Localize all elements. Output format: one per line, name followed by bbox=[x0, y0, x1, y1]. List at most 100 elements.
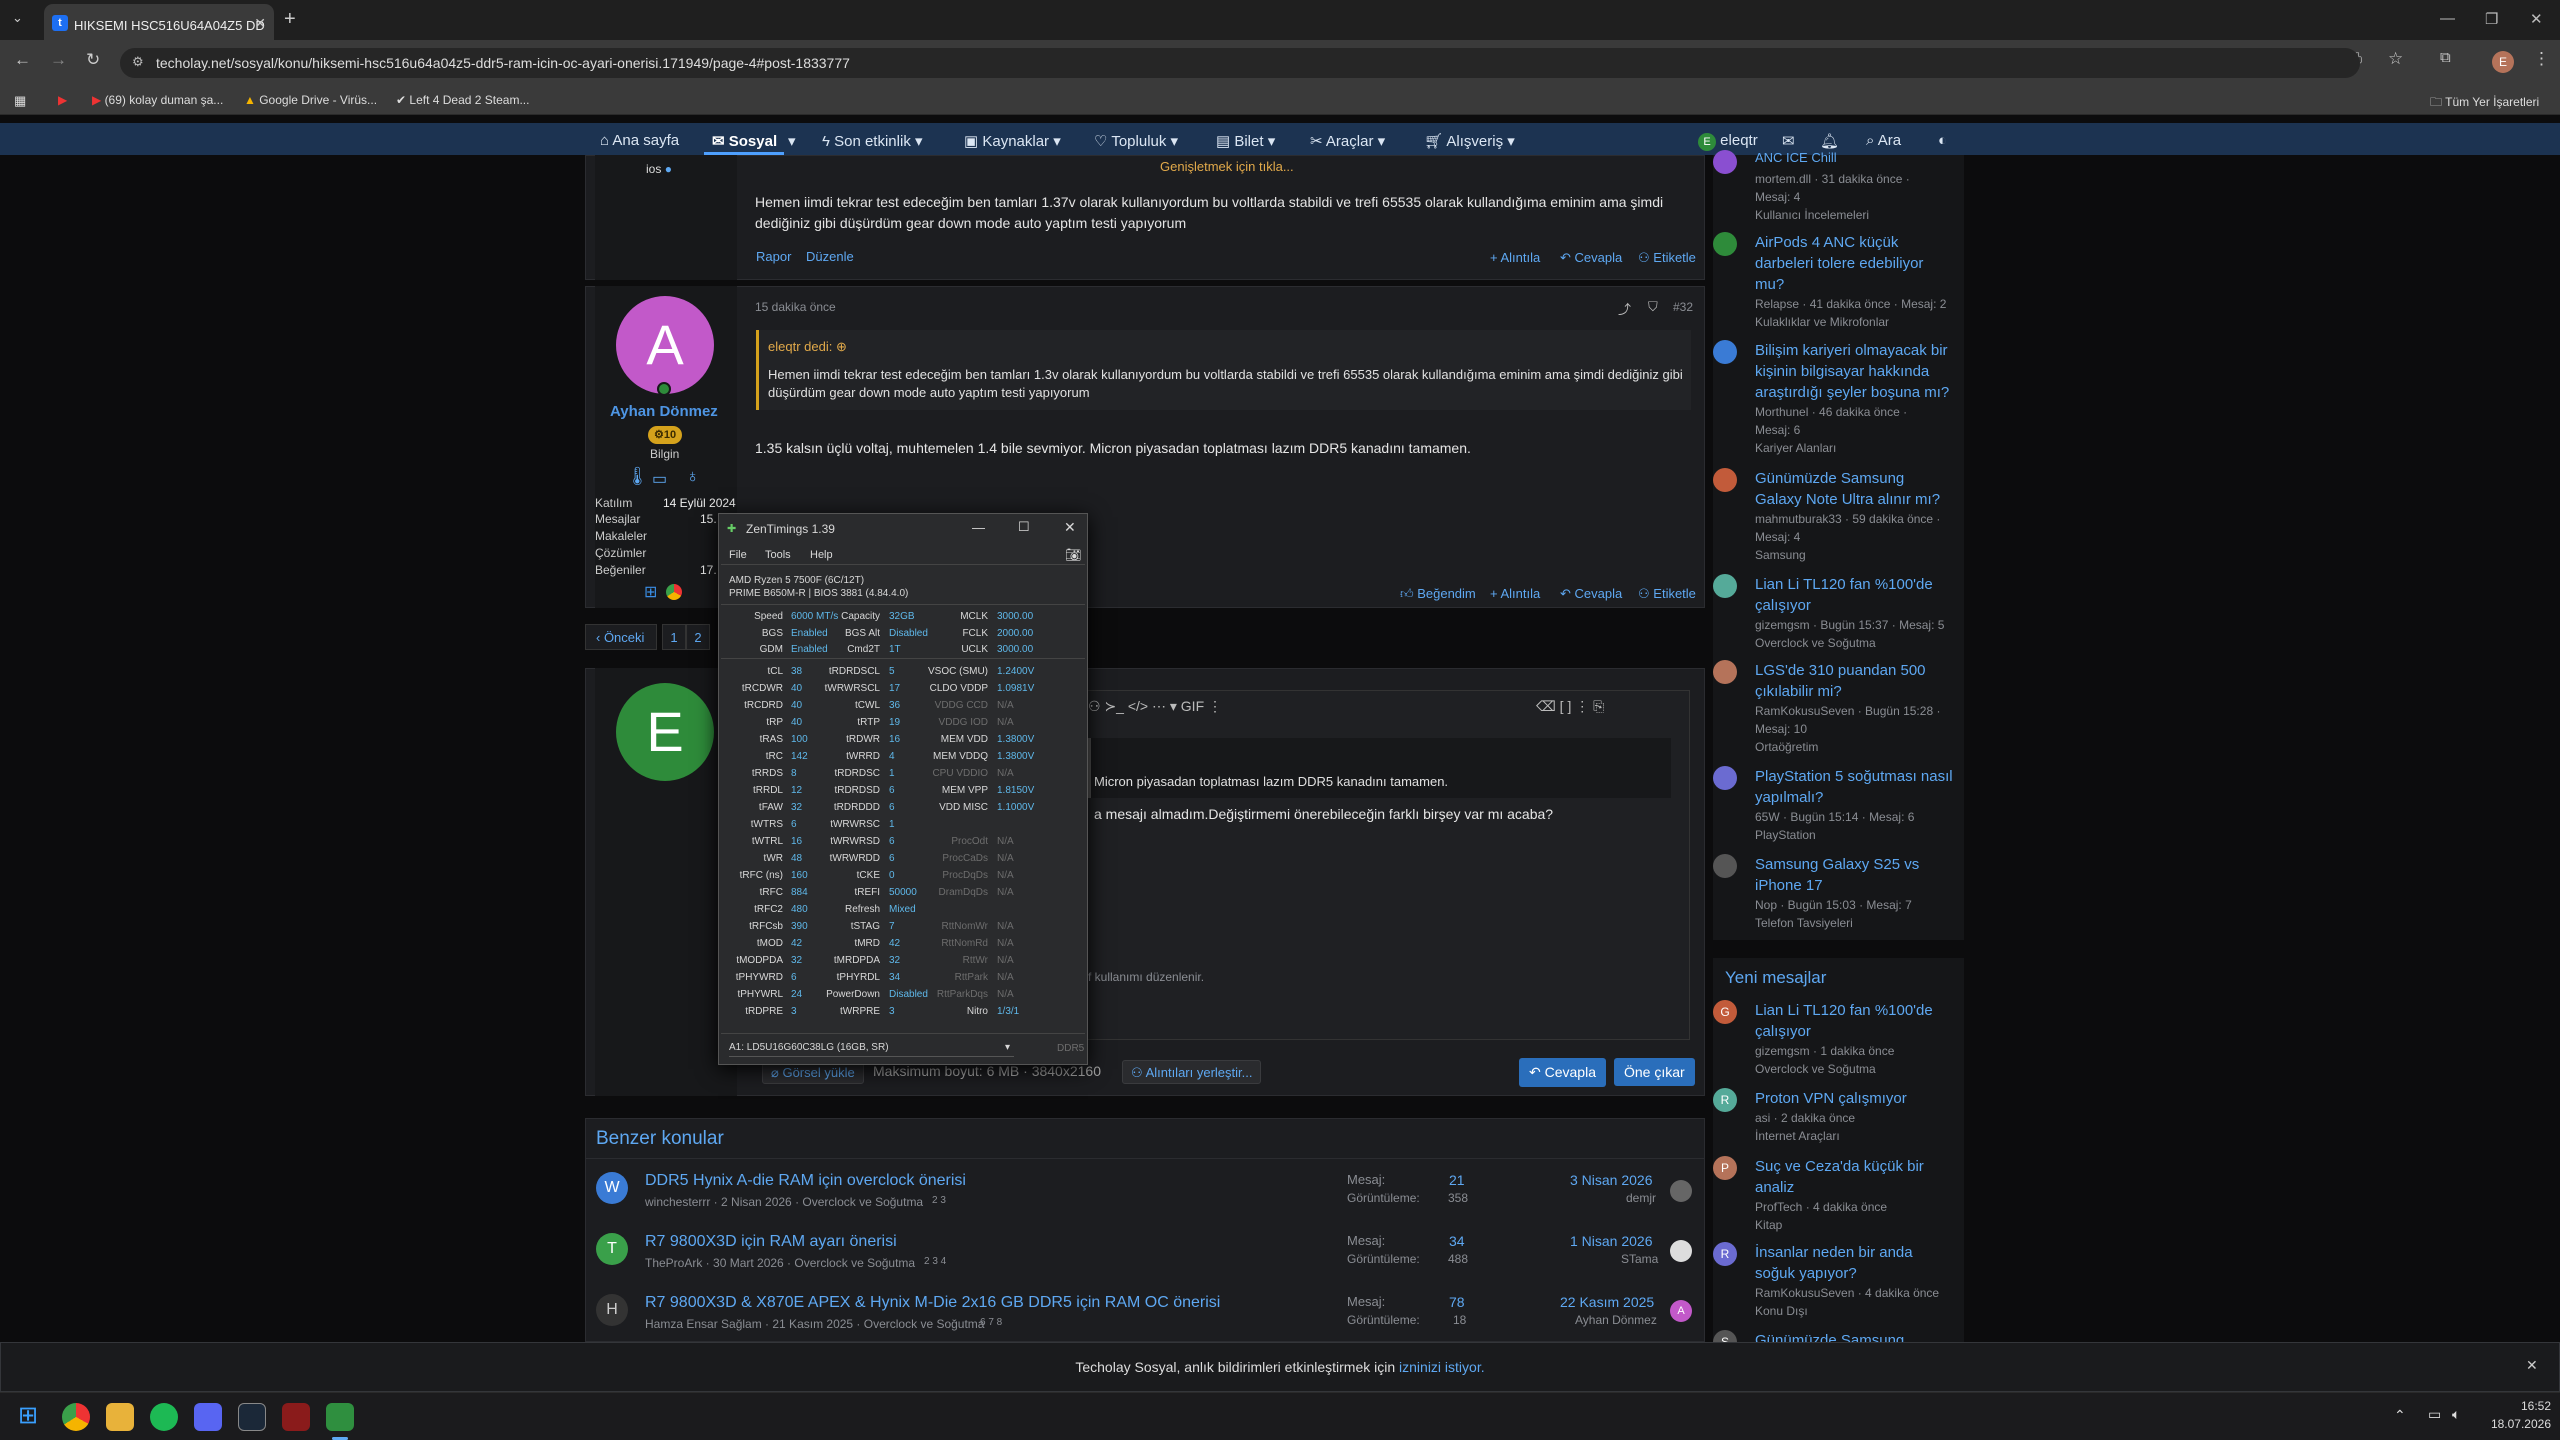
all-bookmarks[interactable]: 🗀 Tüm Yer İşaretleri bbox=[2430, 93, 2539, 114]
page-1-button[interactable]: 1 bbox=[662, 624, 686, 650]
editor-right-icons[interactable]: ⌫ [ ] ⋮ ⎘ bbox=[1536, 698, 1604, 715]
minimize-icon[interactable]: — bbox=[972, 520, 985, 535]
sidebar-message-forum[interactable]: İnternet Araçları bbox=[1755, 1127, 1955, 1145]
apps-icon[interactable]: ▦ bbox=[14, 93, 26, 109]
back-icon[interactable]: ← bbox=[14, 50, 31, 70]
quote-button[interactable]: + Alıntıla bbox=[1490, 586, 1540, 601]
thread-author-avatar[interactable] bbox=[1713, 854, 1737, 878]
menu-tools[interactable]: Tools bbox=[765, 549, 791, 561]
banner-link[interactable]: izninizi istiyor. bbox=[1399, 1359, 1485, 1375]
share-icon[interactable]: ⤴ bbox=[1618, 299, 1631, 318]
theme-toggle-icon[interactable]: ◐ bbox=[1938, 132, 1947, 149]
message-author-avatar[interactable]: R bbox=[1713, 1088, 1737, 1112]
quote-author[interactable]: eleqtr dedi: ⊕ bbox=[768, 339, 847, 355]
sidebar-thread[interactable]: Samsung Galaxy S25 vs iPhone 17 Nop · Bug… bbox=[1755, 854, 1955, 932]
thread-avatar[interactable]: W bbox=[596, 1172, 628, 1204]
sidebar-thread-title[interactable]: AirPods 4 ANC küçük darbeleri tolere ede… bbox=[1755, 232, 1955, 295]
thread-author-avatar[interactable] bbox=[1713, 340, 1737, 364]
sidebar-thread-forum[interactable]: Kullanıcı İncelemeleri bbox=[1755, 206, 1955, 224]
previous-page-button[interactable]: ‹ Önceki bbox=[585, 624, 657, 650]
sidebar-new-message[interactable]: Suç ve Ceza'da küçük bir analiz ProfTech … bbox=[1755, 1156, 1955, 1234]
window-close-icon[interactable]: ✕ bbox=[2530, 10, 2543, 28]
thread-avatar[interactable]: T bbox=[596, 1233, 628, 1265]
edit-link[interactable]: Düzenle bbox=[806, 249, 854, 264]
sidebar-thread-title[interactable]: PlayStation 5 soğutması nasıl yapılmalı? bbox=[1755, 766, 1955, 808]
thread-last-date[interactable]: 22 Kasım 2025 bbox=[1560, 1294, 1654, 1310]
url-bar[interactable]: ⚙ techolay.net/sosyal/konu/hiksemi-hsc51… bbox=[120, 48, 2360, 78]
thread-title[interactable]: R7 9800X3D için RAM ayarı önerisi bbox=[645, 1233, 897, 1251]
insert-quotes-button[interactable]: ⚇ Alıntıları yerleştir... bbox=[1122, 1060, 1262, 1084]
browser-tab[interactable]: t HIKSEMI HSC516U64A04Z5 DD ✕ bbox=[44, 4, 274, 40]
sidebar-message-forum[interactable]: Konu Dışı bbox=[1755, 1302, 1955, 1320]
editor-draft[interactable]: a mesajı almadım.Değiştirmemi önerebilec… bbox=[1094, 806, 1553, 822]
reply-button[interactable]: ↶ Cevapla bbox=[1560, 586, 1622, 602]
sidebar-thread[interactable]: Günümüzde Samsung Galaxy Note Ultra alın… bbox=[1755, 468, 1955, 564]
network-icon[interactable]: ▭ bbox=[2428, 1406, 2441, 1423]
nav-tools[interactable]: ✂ Araçlar ▾ bbox=[1310, 132, 1385, 150]
bookmark-item[interactable]: ✔ Left 4 Dead 2 Steam... bbox=[396, 93, 529, 107]
author-name[interactable]: Ayhan Dönmez bbox=[610, 403, 718, 420]
star-icon[interactable]: ☆ bbox=[2388, 49, 2403, 69]
thread-author-avatar[interactable] bbox=[1713, 468, 1737, 492]
thread-pages[interactable]: 2 3 bbox=[932, 1195, 946, 1206]
sidebar-message-title[interactable]: Lian Li TL120 fan %100'de çalışıyor bbox=[1755, 1000, 1955, 1042]
menu-help[interactable]: Help bbox=[810, 549, 833, 561]
sidebar-thread-forum[interactable]: Kariyer Alanları bbox=[1755, 439, 1955, 457]
like-button[interactable]: 👍︎ Beğendim bbox=[1400, 586, 1476, 602]
camera-icon[interactable]: 📷︎ bbox=[1065, 547, 1082, 563]
sidebar-message-title[interactable]: İnsanlar neden bir anda soğuk yapıyor? bbox=[1755, 1242, 1955, 1284]
my-avatar[interactable]: E bbox=[616, 683, 714, 781]
thread-author-avatar[interactable] bbox=[1713, 660, 1737, 684]
nav-ticket[interactable]: ▤ Bilet ▾ bbox=[1216, 132, 1275, 150]
nav-home[interactable]: ⌂ Ana sayfa bbox=[600, 132, 679, 149]
chrome-icon[interactable] bbox=[62, 1403, 90, 1431]
nav-search[interactable]: ⌕ Ara bbox=[1866, 132, 1901, 149]
bell-icon[interactable]: 🔔︎ bbox=[1820, 132, 1839, 150]
zentimings-taskbar-icon[interactable] bbox=[326, 1403, 354, 1431]
sidebar-new-message[interactable]: Lian Li TL120 fan %100'de çalışıyor gizem… bbox=[1755, 1000, 1955, 1078]
spotify-icon[interactable] bbox=[150, 1403, 178, 1431]
sidebar-thread-forum[interactable]: Ortaöğretim bbox=[1755, 738, 1955, 756]
sidebar-thread-title[interactable]: Lian Li TL120 fan %100'de çalışıyor bbox=[1755, 574, 1955, 616]
nav-shopping[interactable]: 🛒︎ Alışveriş ▾ bbox=[1424, 132, 1515, 150]
menu-dots-icon[interactable]: ⋮ bbox=[2533, 49, 2550, 69]
submit-reply-button[interactable]: ↶ Cevapla bbox=[1519, 1058, 1606, 1087]
thread-author-avatar[interactable] bbox=[1713, 766, 1737, 790]
youtube-icon[interactable]: ▶ bbox=[58, 93, 67, 107]
menu-file[interactable]: File bbox=[729, 549, 747, 561]
bookmark-item[interactable]: ▶ (69) kolay duman şa... bbox=[92, 93, 223, 107]
thread-last-user[interactable]: STama bbox=[1621, 1252, 1658, 1266]
thread-last-date[interactable]: 1 Nisan 2026 bbox=[1570, 1233, 1653, 1249]
site-info-icon[interactable]: ⚙ bbox=[132, 54, 144, 70]
sidebar-thread-title[interactable]: Samsung Galaxy S25 vs iPhone 17 bbox=[1755, 854, 1955, 896]
clock-time[interactable]: 16:52 bbox=[2491, 1399, 2551, 1413]
reload-icon[interactable]: ↻ bbox=[86, 50, 100, 70]
sidebar-thread[interactable]: AirPods 4 ANC küçük darbeleri tolere ede… bbox=[1755, 232, 1955, 331]
post-number[interactable]: #32 bbox=[1673, 300, 1693, 314]
nav-social[interactable]: ✉ Sosyal bbox=[712, 132, 777, 150]
module-select[interactable]: A1: LD5U16G60C38LG (16GB, SR) ▾ bbox=[729, 1040, 1014, 1057]
sidebar-thread-forum[interactable]: Samsung bbox=[1755, 546, 1955, 564]
steam-icon[interactable] bbox=[238, 1403, 266, 1431]
last-poster-avatar[interactable]: A bbox=[1670, 1300, 1692, 1322]
message-author-avatar[interactable]: G bbox=[1713, 1000, 1737, 1024]
bookmark-icon[interactable]: ⛉ bbox=[1648, 299, 1658, 315]
close-tab-icon[interactable]: ✕ bbox=[254, 15, 266, 32]
expand-quote-link[interactable]: Genişletmek için tıkla... bbox=[1160, 159, 1294, 174]
sidebar-new-message[interactable]: Proton VPN çalışmıyor asi · 2 dakika önce… bbox=[1755, 1088, 1955, 1145]
message-author-avatar[interactable]: R bbox=[1713, 1242, 1737, 1266]
reply-button[interactable]: ↶ Cevapla bbox=[1560, 250, 1622, 266]
file-explorer-icon[interactable] bbox=[106, 1403, 134, 1431]
tab-list-icon[interactable]: ⌄ bbox=[12, 10, 23, 26]
zentimings-window[interactable]: ✚ ZenTimings 1.39 — ☐ ✕ File Tools Help … bbox=[718, 513, 1088, 1065]
sidebar-thread[interactable]: Bilişim kariyeri olmayacak bir kişinin b… bbox=[1755, 340, 1955, 457]
sidebar-message-title[interactable]: Suç ve Ceza'da küçük bir analiz bbox=[1755, 1156, 1955, 1198]
sidebar-message-forum[interactable]: Kitap bbox=[1755, 1216, 1955, 1234]
profile-avatar[interactable]: E bbox=[2492, 51, 2514, 73]
nav-resources[interactable]: ▣ Kaynaklar ▾ bbox=[964, 132, 1061, 150]
tray-chevron-icon[interactable]: ⌃ bbox=[2394, 1407, 2406, 1424]
sidebar-thread-title[interactable]: Bilişim kariyeri olmayacak bir kişinin b… bbox=[1755, 340, 1955, 403]
sidebar-thread[interactable]: LGS'de 310 puandan 500 çıkılabilir mi? Ra… bbox=[1755, 660, 1955, 756]
post-time[interactable]: 15 dakika önce bbox=[755, 300, 836, 314]
maximize-icon[interactable]: ☐ bbox=[1018, 519, 1030, 535]
